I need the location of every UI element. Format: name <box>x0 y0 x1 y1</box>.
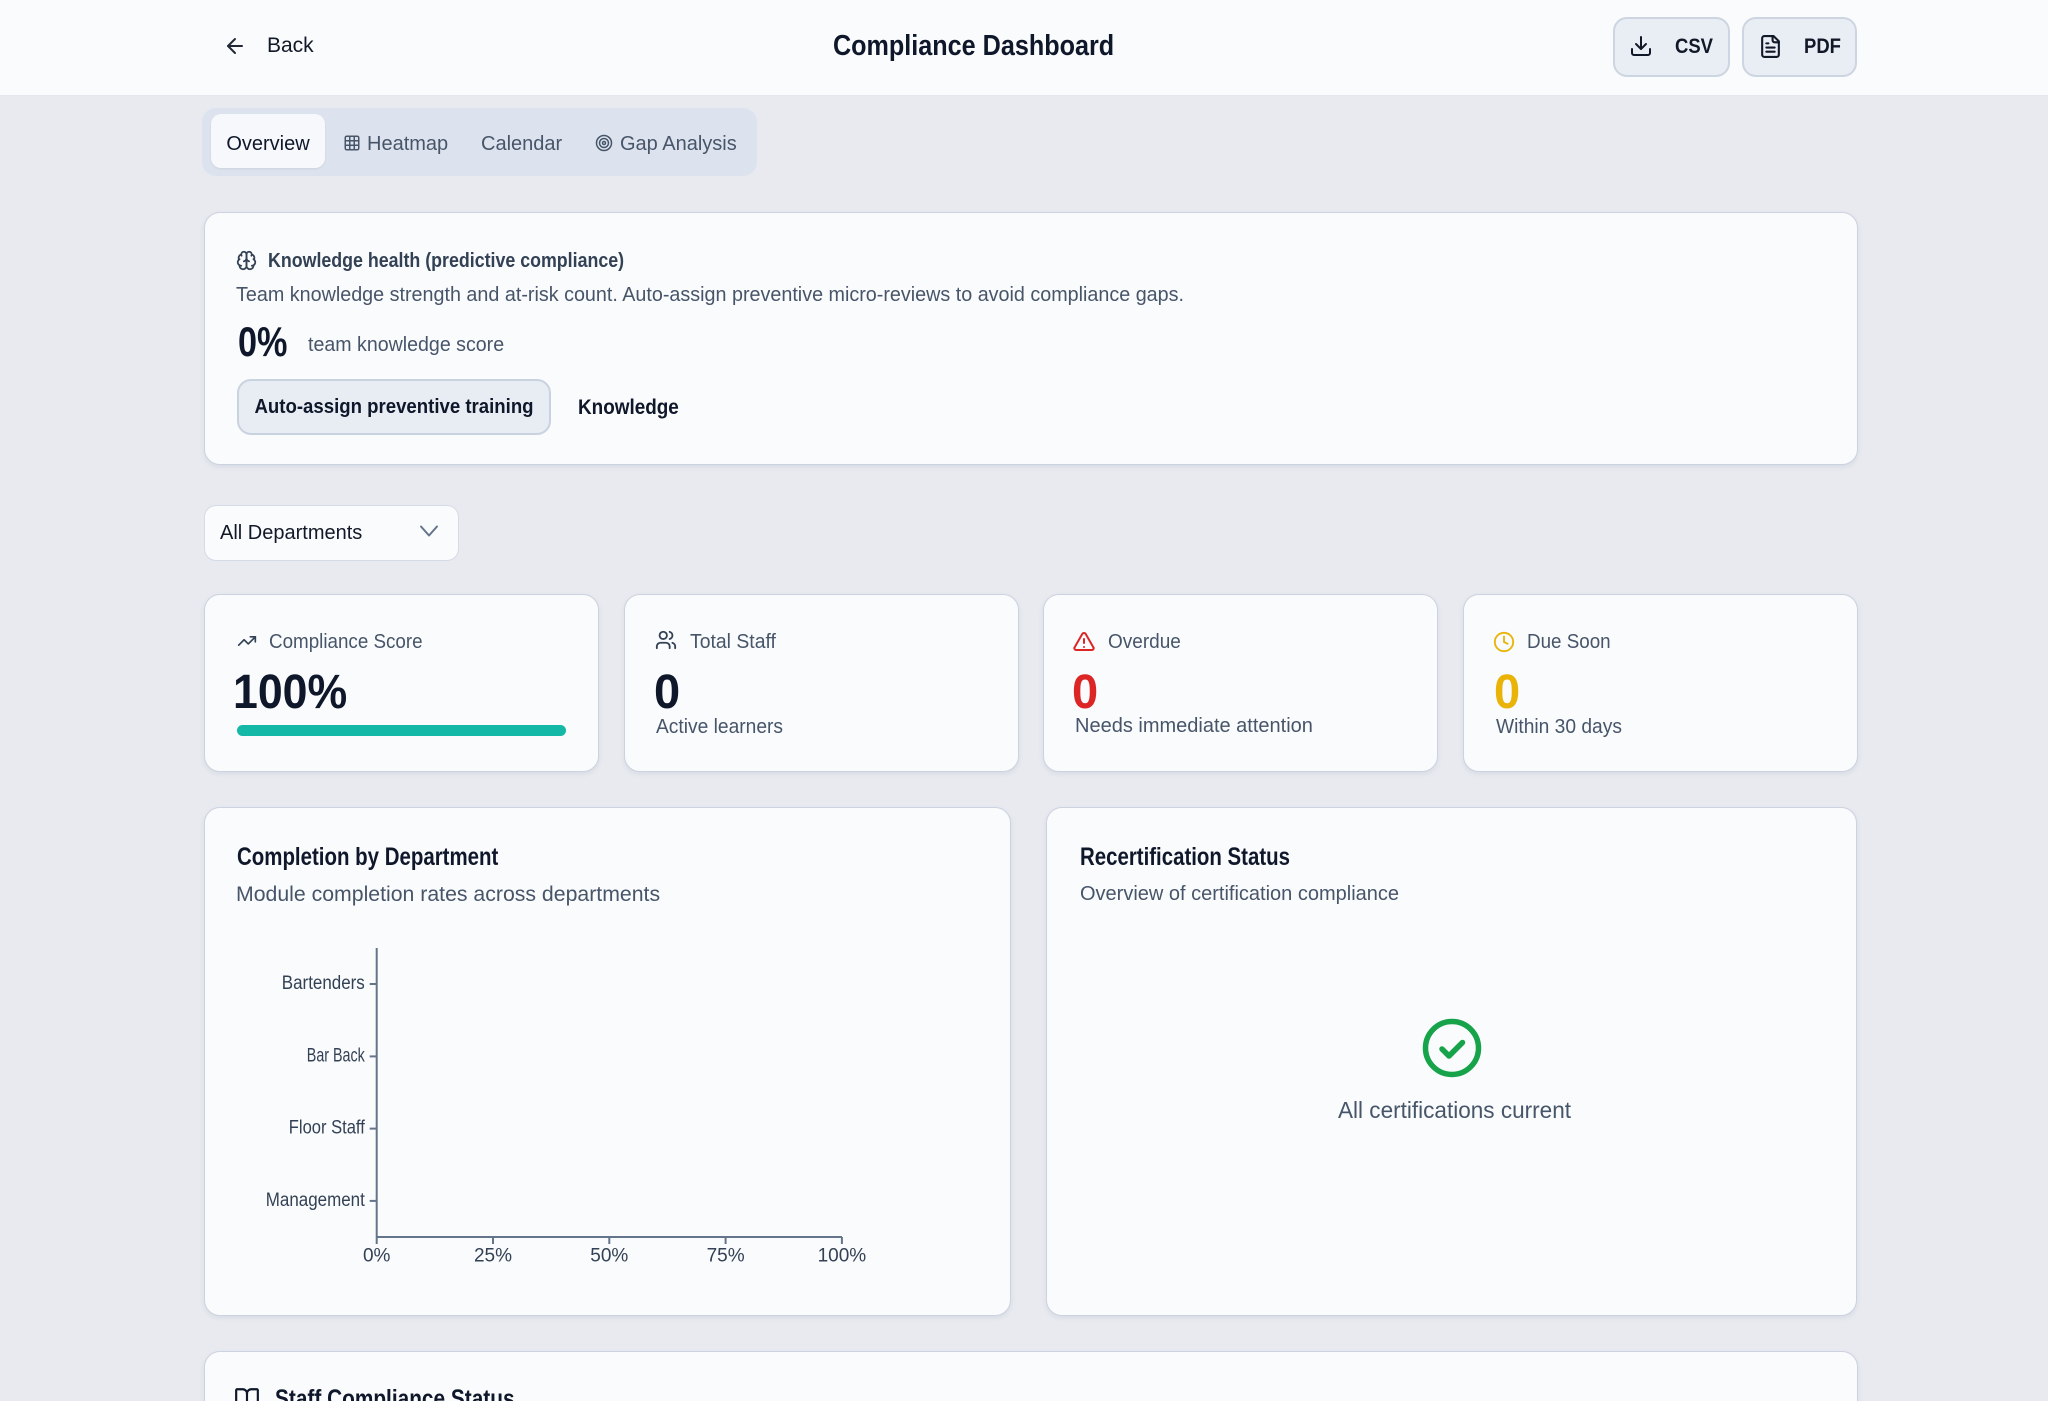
svg-text:Management: Management <box>266 1190 366 1211</box>
svg-text:Floor Staff: Floor Staff <box>289 1118 366 1139</box>
svg-text:25%: 25% <box>474 1246 512 1267</box>
svg-text:Bar Back: Bar Back <box>307 1045 365 1066</box>
svg-text:Bartenders: Bartenders <box>282 973 365 994</box>
svg-text:50%: 50% <box>590 1246 628 1267</box>
svg-text:75%: 75% <box>707 1246 745 1267</box>
svg-text:0%: 0% <box>363 1246 391 1267</box>
svg-text:100%: 100% <box>818 1246 867 1267</box>
